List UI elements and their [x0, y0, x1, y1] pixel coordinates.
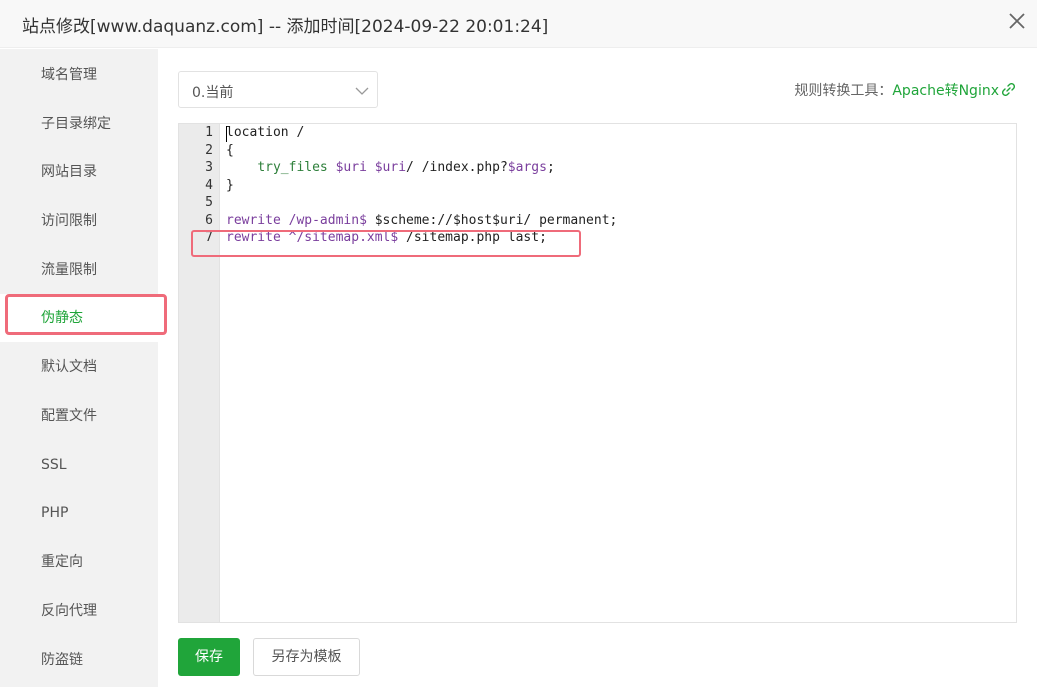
rewrite-template-select[interactable]: 0.当前: [178, 71, 378, 108]
code-keyword: rewrite: [226, 230, 281, 245]
line-number: 6: [205, 213, 213, 228]
chevron-down-icon: [355, 83, 369, 97]
rule-convert-label: 规则转换工具：: [794, 83, 893, 99]
sidebar-item-access-limit[interactable]: 访问限制: [0, 197, 158, 245]
apache-to-nginx-link[interactable]: Apache转Nginx: [892, 83, 999, 99]
code-line: location /: [226, 125, 305, 140]
code-line: rewrite /wp-admin$ $scheme://$host$uri/ …: [226, 212, 617, 230]
sidebar: 域名管理 子目录绑定 网站目录 访问限制 流量限制 伪静态 默认文档 配置文件 …: [0, 49, 158, 687]
code-text: /sitemap.php last;: [406, 230, 547, 245]
sidebar-item-reverse-proxy[interactable]: 反向代理: [0, 587, 158, 635]
line-number: 2: [205, 143, 213, 158]
sidebar-item-redirect[interactable]: 重定向: [0, 538, 158, 586]
line-number-gutter: 1 2 3 4 5 6 7: [179, 124, 220, 622]
line-number: 1: [205, 125, 213, 140]
line-number: 7: [205, 230, 213, 245]
link-icon[interactable]: [1001, 82, 1016, 97]
sidebar-item-rewrite[interactable]: 伪静态: [0, 294, 158, 342]
dialog-titlebar: 站点修改[www.daquanz.com] -- 添加时间[2024-09-22…: [0, 0, 1037, 48]
close-icon[interactable]: [1005, 9, 1029, 33]
save-as-template-button[interactable]: 另存为模板: [253, 638, 360, 676]
code-line: try_files $uri $uri/ /index.php?$args;: [226, 159, 555, 177]
sidebar-item-config-file[interactable]: 配置文件: [0, 392, 158, 440]
code-variable: $args: [507, 160, 547, 175]
code-editor[interactable]: 1 2 3 4 5 6 7 location / { try_files $ur…: [178, 123, 1017, 623]
sidebar-item-subdirectory[interactable]: 子目录绑定: [0, 100, 158, 148]
code-line: rewrite ^/sitemap.xml$ /sitemap.php last…: [226, 229, 547, 247]
rule-convert-tool: 规则转换工具：Apache转Nginx: [794, 80, 1016, 100]
line-number: 3: [205, 160, 213, 175]
code-line: }: [226, 178, 234, 193]
text-cursor: [226, 126, 227, 142]
sidebar-item-ssl[interactable]: SSL: [0, 441, 158, 489]
sidebar-item-default-doc[interactable]: 默认文档: [0, 343, 158, 391]
code-text: $scheme://$host$uri/ permanent;: [374, 213, 618, 228]
line-number: 5: [205, 195, 213, 210]
code-pattern: ^/sitemap.xml$: [280, 230, 407, 245]
code-pattern: /wp-admin$: [280, 213, 375, 228]
code-line: {: [226, 143, 234, 158]
code-keyword: rewrite: [226, 213, 281, 228]
dialog-title: 站点修改[www.daquanz.com] -- 添加时间[2024-09-22…: [22, 17, 549, 37]
sidebar-item-hotlink[interactable]: 防盗链: [0, 636, 158, 684]
code-text: / /index.php?: [406, 160, 508, 175]
sidebar-item-traffic-limit[interactable]: 流量限制: [0, 246, 158, 294]
code-variable: $uri: [374, 160, 407, 175]
sidebar-item-site-directory[interactable]: 网站目录: [0, 148, 158, 196]
rewrite-template-value: 0.当前: [192, 85, 234, 101]
sidebar-item-php[interactable]: PHP: [0, 489, 158, 537]
save-button[interactable]: 保存: [178, 638, 240, 676]
sidebar-item-domain[interactable]: 域名管理: [0, 51, 158, 99]
code-function: try_files: [257, 160, 328, 175]
code-text: ;: [546, 160, 555, 175]
line-number: 4: [205, 178, 213, 193]
code-variable: $uri: [335, 160, 367, 175]
